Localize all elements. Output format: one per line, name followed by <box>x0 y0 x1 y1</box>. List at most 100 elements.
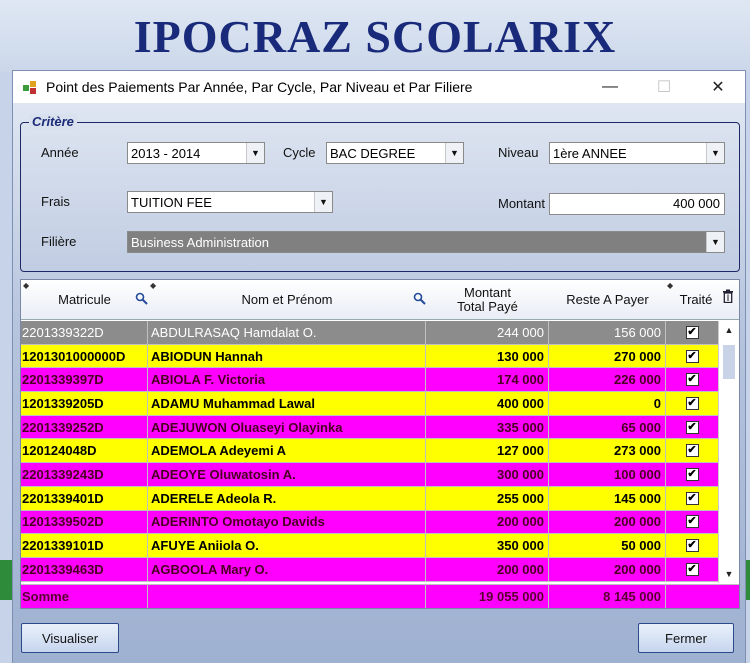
table-row[interactable]: 2201339252D ADEJUWON Oluaseyi Olayinka 335… <box>21 415 718 440</box>
header-montant-line1: Montant <box>464 285 511 300</box>
scroll-down-icon[interactable]: ▼ <box>719 565 739 583</box>
montant-label: Montant <box>498 196 545 211</box>
chevron-down-icon[interactable]: ▼ <box>706 232 724 252</box>
summary-traite-empty <box>666 585 718 608</box>
table-row[interactable]: 2201339397D ABIOLA F. Victoria 174 000 226 … <box>21 368 718 393</box>
cell-nom: ADAMU Muhammad Lawal <box>148 392 426 415</box>
scroll-up-icon[interactable]: ▲ <box>719 321 739 339</box>
montant-field[interactable]: 400 000 <box>549 193 725 215</box>
cell-nom: ADEOYE Oluwatosin A. <box>148 463 426 486</box>
search-icon[interactable] <box>135 292 149 306</box>
header-montant[interactable]: Montant Total Payé <box>426 280 549 320</box>
table-row[interactable]: 2201339401D ADERELE Adeola R. 255 000 145 0… <box>21 486 718 511</box>
cell-traite: ✔ <box>666 321 718 344</box>
table-row[interactable]: 1201339502D ADERINTO Omotayo Davids 200 00… <box>21 510 718 535</box>
cell-traite: ✔ <box>666 558 718 581</box>
cell-matricule: 2201339252D <box>21 415 148 439</box>
table-row[interactable]: 2201339322D ABDULRASAQ Hamdalat O. 244 000… <box>21 321 718 345</box>
traite-checkbox[interactable]: ✔ <box>685 349 699 363</box>
header-matricule[interactable]: Matricule <box>21 280 148 320</box>
sort-icon[interactable]: ◆ <box>667 281 673 290</box>
maximize-button[interactable]: ☐ <box>641 71 687 103</box>
table-row[interactable]: 2201339243D ADEOYE Oluwatosin A. 300 000 10… <box>21 463 718 487</box>
traite-checkbox[interactable]: ✔ <box>685 467 699 481</box>
cell-nom: AFUYE Aniiola O. <box>148 534 426 557</box>
visualiser-button[interactable]: Visualiser <box>21 623 119 653</box>
cell-traite: ✔ <box>666 392 718 415</box>
window-body: Critère Année 2013 - 2014 ▼ Cycle BAC DE… <box>13 103 745 663</box>
cell-nom: ABIODUN Hannah <box>148 344 426 368</box>
fermer-button[interactable]: Fermer <box>638 623 734 653</box>
cell-matricule: 2201339463D <box>21 557 148 581</box>
trash-icon[interactable] <box>722 289 734 304</box>
cell-total: 200 000 <box>426 557 549 581</box>
minimize-button[interactable]: — <box>587 71 633 103</box>
scrollbar-thumb[interactable] <box>723 345 735 379</box>
cell-matricule: 2201339322D <box>21 321 148 344</box>
cell-matricule: 2201339101D <box>21 534 148 557</box>
cell-matricule: 120124048D <box>21 439 148 463</box>
header-reste[interactable]: Reste A Payer <box>549 280 666 320</box>
traite-checkbox[interactable]: ✔ <box>685 491 699 505</box>
app-title: IPOCRAZ SCOLARIX <box>133 11 617 62</box>
traite-checkbox[interactable]: ✔ <box>685 444 699 458</box>
cell-reste: 100 000 <box>549 463 666 486</box>
grid-scrollbar[interactable]: ▲ ▼ <box>718 321 739 583</box>
header-montant-line2: Total Payé <box>457 299 518 314</box>
frais-label: Frais <box>41 194 70 209</box>
cell-matricule: 2201339397D <box>21 368 148 392</box>
cell-total: 130 000 <box>426 344 549 368</box>
chevron-down-icon[interactable]: ▼ <box>706 143 724 163</box>
cell-reste: 0 <box>549 392 666 415</box>
close-button[interactable]: ✕ <box>695 71 741 103</box>
cell-matricule: 2201339401D <box>21 486 148 510</box>
summary-label: Somme <box>21 585 148 608</box>
cycle-select[interactable]: BAC DEGREE ▼ <box>326 142 464 164</box>
annee-select[interactable]: 2013 - 2014 ▼ <box>127 142 265 164</box>
cell-traite: ✔ <box>666 439 718 462</box>
table-row[interactable]: 2201339101D AFUYE Aniiola O. 350 000 50 000… <box>21 534 718 558</box>
cell-total: 127 000 <box>426 439 549 463</box>
header-traite[interactable]: Traité <box>674 280 718 320</box>
frais-value: TUITION FEE <box>131 194 212 210</box>
table-row[interactable]: 1201301000000D ABIODUN Hannah 130 000 270 0… <box>21 344 718 369</box>
chevron-down-icon[interactable]: ▼ <box>314 192 332 212</box>
annee-label: Année <box>41 145 79 160</box>
traite-checkbox[interactable]: ✔ <box>685 562 699 576</box>
cell-nom: AGBOOLA Mary O. <box>148 557 426 581</box>
cell-matricule: 1201339502D <box>21 510 148 534</box>
traite-checkbox[interactable]: ✔ <box>685 373 699 387</box>
niveau-label: Niveau <box>498 145 539 160</box>
annee-value: 2013 - 2014 <box>131 145 201 161</box>
cell-total: 244 000 <box>426 321 549 344</box>
cell-reste: 226 000 <box>549 368 666 392</box>
cycle-label: Cycle <box>283 145 316 160</box>
traite-checkbox[interactable]: ✔ <box>685 539 699 553</box>
niveau-value: 1ère ANNEE <box>553 145 627 161</box>
cell-total: 300 000 <box>426 463 549 486</box>
table-row[interactable]: 1201339205D ADAMU Muhammad Lawal 400 000 0 ✔ <box>21 392 718 416</box>
payments-window: Point des Paiements Par Année, Par Cycle… <box>12 70 746 663</box>
traite-checkbox[interactable]: ✔ <box>685 325 699 339</box>
table-row[interactable]: 2201339463D AGBOOLA Mary O. 200 000 200 000… <box>21 557 718 582</box>
cell-matricule: 1201339205D <box>21 392 148 415</box>
summary-row: Somme 19 055 000 8 145 000 <box>21 584 739 608</box>
traite-checkbox[interactable]: ✔ <box>685 420 699 434</box>
filiere-select[interactable]: Business Administration ▼ <box>127 231 725 253</box>
cell-traite: ✔ <box>666 487 718 510</box>
frais-select[interactable]: TUITION FEE ▼ <box>127 191 333 213</box>
grid-header: ◆ Matricule ◆ Nom et Prénom Montant Tota… <box>21 280 739 320</box>
cell-nom: ABIOLA F. Victoria <box>148 368 426 392</box>
table-row[interactable]: 120124048D ADEMOLA Adeyemi A 127 000 273 00… <box>21 439 718 464</box>
cell-traite: ✔ <box>666 416 718 439</box>
traite-checkbox[interactable]: ✔ <box>685 396 699 410</box>
niveau-select[interactable]: 1ère ANNEE ▼ <box>549 142 725 164</box>
search-icon[interactable] <box>413 292 427 306</box>
chevron-down-icon[interactable]: ▼ <box>246 143 264 163</box>
header-nom[interactable]: Nom et Prénom <box>148 280 426 320</box>
cell-reste: 270 000 <box>549 344 666 368</box>
cell-traite: ✔ <box>666 511 718 534</box>
traite-checkbox[interactable]: ✔ <box>685 515 699 529</box>
chevron-down-icon[interactable]: ▼ <box>445 143 463 163</box>
payments-grid: ◆ Matricule ◆ Nom et Prénom Montant Tota… <box>20 279 740 609</box>
